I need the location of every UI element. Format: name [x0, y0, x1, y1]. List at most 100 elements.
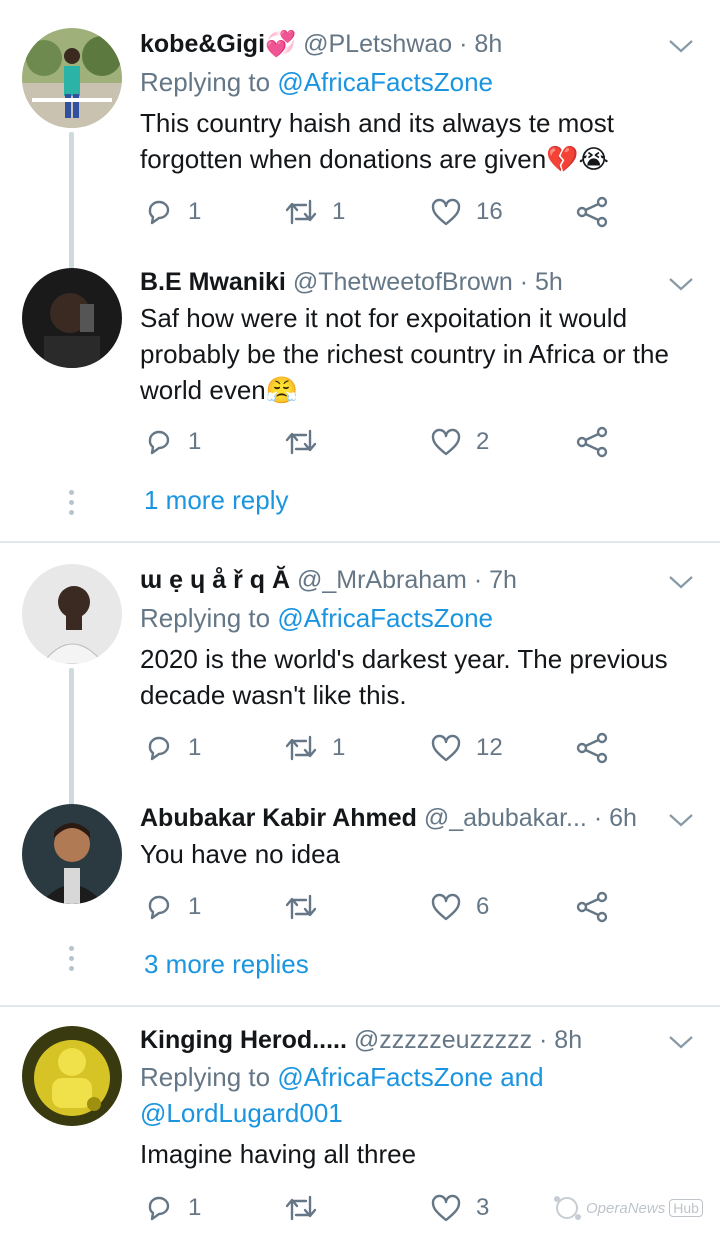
tweet-text: Imagine having all three [140, 1136, 710, 1172]
tweet-text-line: decade wasn't like this. [140, 680, 407, 710]
more-dots [69, 946, 75, 976]
avatar[interactable] [22, 804, 122, 904]
heart-icon [431, 734, 461, 762]
display-name[interactable]: Abubakar Kabir Ahmed [140, 804, 417, 832]
user-handle[interactable]: @ThetweetofBrown [293, 268, 513, 296]
like-button[interactable]: 2 [430, 422, 489, 462]
tweet-text-line: Saf how were it not for expoitation it w… [140, 303, 628, 333]
chevron-down-icon[interactable] [668, 812, 694, 828]
share-button[interactable] [576, 887, 608, 927]
retweet-icon [285, 199, 317, 225]
display-name[interactable]: B.E Mwaniki [140, 268, 286, 296]
tweet-text: Saf how were it not for expoitation it w… [140, 300, 710, 408]
reply-button[interactable]: 1 [144, 728, 201, 768]
tweet-header: Kinging Herod..... @zzzzzeuzzzzz · 8h [140, 1020, 582, 1060]
thread-line [69, 668, 74, 808]
tweet-abubakar[interactable]: Abubakar Kabir Ahmed @_abubakar... · 6h … [0, 798, 720, 979]
display-name[interactable]: Kinging Herod..... [140, 1026, 347, 1054]
timestamp[interactable]: · 7h [474, 566, 517, 594]
tweet-mrabraham[interactable]: ɯ ẹ ɥ å ř q Ă @_MrAbraham · 7h Replying … [0, 560, 720, 808]
timestamp[interactable]: · 8h [459, 30, 502, 58]
watermark: OperaNews Hub [552, 1188, 703, 1228]
like-button[interactable]: 6 [430, 887, 489, 927]
reply-button[interactable]: 1 [144, 1188, 201, 1228]
tweet-text: You have no idea [140, 836, 710, 872]
avatar[interactable] [22, 28, 122, 128]
reply-icon [148, 895, 170, 920]
tweet-pletshwao[interactable]: kobe&Gigi💞 @PLetshwao · 8h Replying to @… [0, 24, 720, 282]
heart-icon [431, 1194, 461, 1222]
timestamp[interactable]: · 8h [539, 1026, 582, 1054]
reply-count: 1 [188, 428, 202, 455]
reply-button[interactable]: 1 [144, 887, 201, 927]
display-name[interactable]: ɯ ẹ ɥ å ř q Ă [140, 566, 290, 594]
retweet-button[interactable] [284, 887, 332, 927]
replying-to-link[interactable]: @LordLugard001 [140, 1095, 544, 1131]
chevron-down-icon[interactable] [668, 276, 694, 292]
like-count: 12 [476, 734, 503, 761]
retweet-icon [285, 429, 317, 455]
name-emoji: 💞 [265, 30, 297, 58]
avatar[interactable] [22, 564, 122, 664]
timestamp[interactable]: · 5h [520, 268, 563, 296]
tweet-text-line: 2020 is the world's darkest year. The pr… [140, 644, 668, 674]
timestamp[interactable]: · 6h [594, 804, 637, 832]
more-dots [69, 490, 75, 520]
retweet-icon [285, 735, 317, 761]
replying-label: Replying to [140, 1062, 271, 1092]
reply-count: 1 [188, 198, 202, 225]
share-button[interactable] [576, 728, 608, 768]
retweet-button[interactable]: 1 [284, 192, 345, 232]
user-handle[interactable]: @_abubakar... [424, 804, 587, 832]
retweet-button[interactable]: 1 [284, 728, 345, 768]
tweet-header: B.E Mwaniki @ThetweetofBrown · 5h [140, 262, 563, 302]
more-replies-link[interactable]: 1 more reply [144, 482, 289, 518]
chevron-down-icon[interactable] [668, 38, 694, 54]
tweet-actions: 1 2 [140, 422, 620, 462]
tweet-header: Abubakar Kabir Ahmed @_abubakar... · 6h [140, 798, 637, 838]
like-button[interactable]: 12 [430, 728, 503, 768]
replying-to-link[interactable]: @AfricaFactsZone [277, 67, 493, 97]
watermark-text: OperaNews [586, 1199, 666, 1217]
tweet-text-line: This country haish and its always te mos… [140, 108, 614, 138]
tweet-zzzzzeuzzzzz[interactable]: Kinging Herod..... @zzzzzeuzzzzz · 8h Re… [0, 1020, 720, 1222]
chevron-down-icon[interactable] [668, 574, 694, 590]
replying-to-link[interactable]: @AfricaFactsZone and [277, 1062, 543, 1092]
retweet-button[interactable] [284, 1188, 332, 1228]
reply-button[interactable]: 1 [144, 192, 201, 232]
display-name[interactable]: kobe&Gigi [140, 30, 265, 58]
replying-to-link[interactable]: @AfricaFactsZone [277, 603, 493, 633]
replying-label: Replying to [140, 603, 271, 633]
avatar[interactable] [22, 1026, 122, 1126]
tweet-actions: 1 1 16 [140, 192, 620, 232]
tweet-actions: 1 3 [140, 1188, 620, 1228]
share-button[interactable] [576, 422, 608, 462]
tweet-header: kobe&Gigi💞 @PLetshwao · 8h [140, 24, 502, 64]
retweet-button[interactable] [284, 422, 332, 462]
tweet-actions: 1 1 12 [140, 728, 620, 768]
like-count: 6 [476, 893, 490, 920]
retweet-icon [285, 894, 317, 920]
like-button[interactable]: 3 [430, 1188, 489, 1228]
reply-count: 1 [188, 734, 202, 761]
like-count: 3 [476, 1194, 490, 1221]
reply-button[interactable]: 1 [144, 422, 201, 462]
retweet-count: 1 [332, 734, 346, 761]
share-icon [576, 732, 608, 764]
tweet-text-line: Imagine having all three [140, 1139, 417, 1169]
tweet-actions: 1 6 [140, 887, 620, 927]
share-button[interactable] [576, 192, 608, 232]
like-button[interactable]: 16 [430, 192, 503, 232]
user-handle[interactable]: @_MrAbraham [297, 566, 467, 594]
user-handle[interactable]: @PLetshwao [303, 30, 452, 58]
like-count: 2 [476, 428, 490, 455]
chevron-down-icon[interactable] [668, 1034, 694, 1050]
user-handle[interactable]: @zzzzzeuzzzzz [354, 1026, 532, 1054]
heart-icon [431, 428, 461, 456]
opera-news-logo-icon [554, 1196, 581, 1220]
tweet-text-line: world even😤 [140, 375, 299, 405]
avatar[interactable] [22, 268, 122, 368]
tweet-thetweetofbrown[interactable]: B.E Mwaniki @ThetweetofBrown · 5h Saf ho… [0, 262, 720, 515]
more-replies-link[interactable]: 3 more replies [144, 946, 309, 982]
tweet-text: This country haish and its always te mos… [140, 105, 710, 177]
